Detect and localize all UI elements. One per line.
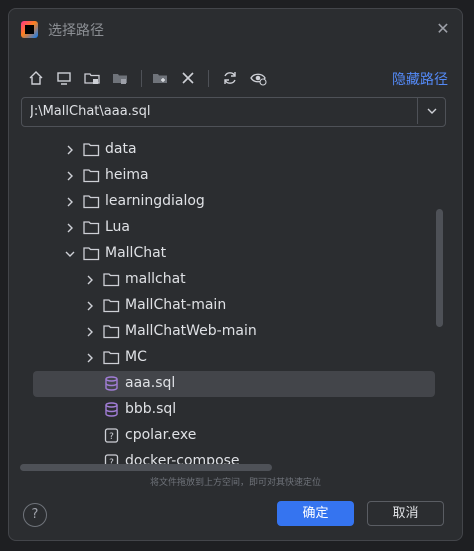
- toolbar-separator: [208, 70, 209, 87]
- home-icon[interactable]: [25, 67, 47, 89]
- select-path-dialog: 选择路径 ✕ 隐藏路径 J:\MallChat\aaa.sql data hei…: [8, 8, 463, 541]
- folder-icon: [103, 273, 120, 287]
- tree-row-label: MallChat-main: [125, 297, 227, 313]
- tree-row[interactable]: ? cpolar.exe: [21, 423, 433, 449]
- folder-icon: [103, 325, 120, 339]
- folder-icon: [103, 351, 120, 365]
- folder-icon: [83, 143, 100, 157]
- help-button[interactable]: ?: [23, 503, 47, 527]
- dialog-title: 选择路径: [48, 23, 104, 39]
- project-folder-icon[interactable]: [81, 67, 103, 89]
- toolbar: [25, 67, 445, 91]
- new-folder-icon[interactable]: [149, 67, 171, 89]
- chevron-right-icon[interactable]: [83, 273, 97, 287]
- cancel-button[interactable]: 取消: [367, 501, 444, 526]
- tree-row-label: Lua: [105, 219, 131, 235]
- folder-icon: [103, 299, 120, 313]
- tree-row[interactable]: MallChat-main: [21, 293, 433, 319]
- path-combobox: [21, 97, 446, 127]
- vertical-scrollbar[interactable]: [436, 209, 443, 327]
- svg-text:?: ?: [109, 432, 114, 442]
- refresh-icon[interactable]: [219, 67, 241, 89]
- tree-row[interactable]: aaa.sql: [33, 371, 435, 397]
- tree-row-label: cpolar.exe: [125, 427, 197, 443]
- folder-icon: [83, 247, 100, 261]
- tree-row-label: MallChatWeb-main: [125, 323, 257, 339]
- chevron-down-icon[interactable]: [417, 98, 445, 124]
- tree-row[interactable]: heima: [21, 163, 433, 189]
- chevron-right-icon[interactable]: [83, 325, 97, 339]
- hide-path-link[interactable]: 隐藏路径: [392, 69, 448, 89]
- chevron-right-icon[interactable]: [83, 351, 97, 365]
- file-tree[interactable]: data heima learningdialog Lua MallChat mallch…: [21, 133, 449, 488]
- path-input[interactable]: [22, 98, 422, 124]
- tree-row-label: aaa.sql: [125, 375, 176, 391]
- tree-row[interactable]: data: [21, 137, 433, 163]
- chevron-right-icon[interactable]: [63, 169, 77, 183]
- tree-row-label: MallChat: [105, 245, 167, 261]
- tree-row[interactable]: mallchat: [21, 267, 433, 293]
- database-icon: [105, 402, 118, 417]
- app-logo-icon: [21, 21, 38, 38]
- ok-button[interactable]: 确定: [277, 501, 354, 526]
- tree-row-label: learningdialog: [105, 193, 205, 209]
- horizontal-scrollbar[interactable]: [20, 464, 272, 471]
- tree-row-label: mallchat: [125, 271, 186, 287]
- show-hidden-icon[interactable]: [247, 67, 269, 89]
- tree-row[interactable]: Lua: [21, 215, 433, 241]
- tree-row[interactable]: ? docker-compose: [21, 449, 433, 475]
- tree-row-label: heima: [105, 167, 149, 183]
- tree-row[interactable]: MallChatWeb-main: [21, 319, 433, 345]
- folder-icon: [83, 221, 100, 235]
- tree-row-label: MC: [125, 349, 147, 365]
- folder-icon: [83, 169, 100, 183]
- tree-row[interactable]: learningdialog: [21, 189, 433, 215]
- chevron-down-icon[interactable]: [63, 247, 77, 261]
- tree-row[interactable]: bbb.sql: [21, 397, 433, 423]
- desktop-icon[interactable]: [53, 67, 75, 89]
- chevron-right-icon[interactable]: [63, 195, 77, 209]
- close-icon[interactable]: ✕: [433, 19, 453, 39]
- delete-icon[interactable]: [177, 67, 199, 89]
- database-icon: [105, 376, 118, 391]
- tree-row[interactable]: MC: [21, 345, 433, 371]
- module-folder-icon[interactable]: [109, 67, 131, 89]
- chevron-right-icon[interactable]: [63, 143, 77, 157]
- tree-row-label: data: [105, 141, 137, 157]
- tree-row[interactable]: MallChat: [21, 241, 433, 267]
- chevron-right-icon[interactable]: [63, 221, 77, 235]
- title-bar: 选择路径 ✕: [9, 9, 462, 49]
- chevron-right-icon[interactable]: [83, 299, 97, 313]
- toolbar-separator: [141, 70, 142, 87]
- drag-drop-hint: 将文件拖放到上方空间，即可对其快速定位: [149, 478, 321, 488]
- folder-icon: [83, 195, 100, 209]
- unknown-file-icon: ?: [104, 428, 119, 443]
- tree-row-label: bbb.sql: [125, 401, 177, 417]
